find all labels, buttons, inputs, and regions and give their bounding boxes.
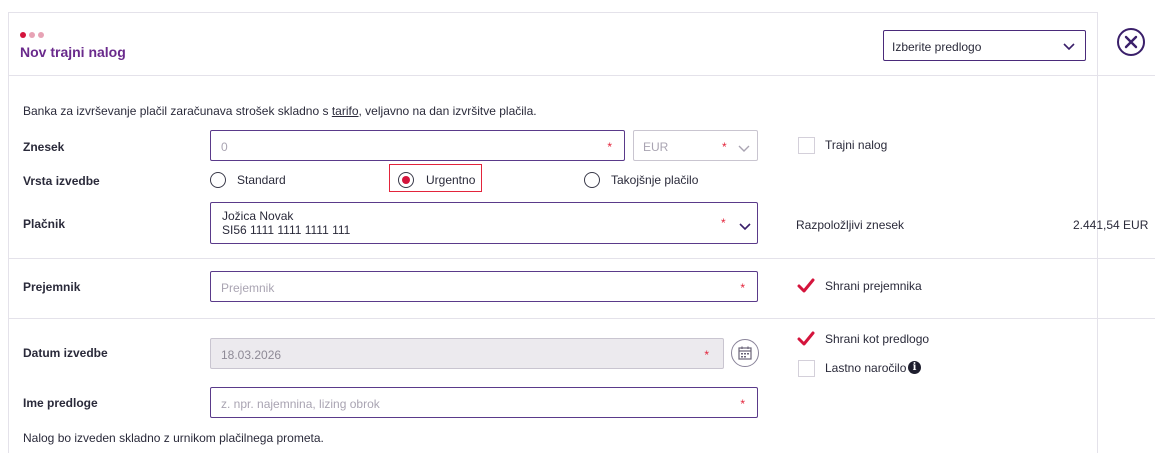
execution-date-input[interactable]: 18.03.2026 * [210,338,724,369]
divider [8,258,1155,259]
required-mark: * [607,140,612,154]
required-mark: * [704,348,709,362]
chevron-down-icon [738,142,750,156]
save-template-label: Shrani kot predlogo [825,332,930,346]
standing-order-checkbox[interactable] [798,137,815,154]
required-mark: * [721,216,726,230]
radio-instant[interactable] [584,172,600,188]
save-template-checkbox[interactable] [797,331,815,350]
tariff-link[interactable]: tarifo [332,104,359,118]
payer-iban: SI56 1111 1111 1111 111 [222,223,351,237]
amount-placeholder: 0 [221,140,228,154]
available-amount-value: 2.441,54 EUR [1073,218,1149,232]
recipient-input[interactable]: Prejemnik * [210,271,758,302]
checkmark-icon [797,331,815,346]
info-icon[interactable]: i [908,361,921,374]
calendar-button[interactable] [731,339,759,367]
own-order-checkbox[interactable] [798,360,815,377]
chevron-down-icon [739,220,751,234]
checkmark-icon [797,278,815,293]
footer-note: Nalog bo izveden skladno z urnikom plači… [23,431,324,445]
dot-3 [38,32,44,38]
fee-info-text: Banka za izvrševanje plačil zaračunava s… [23,104,537,118]
required-mark: * [722,140,727,154]
template-name-label: Ime predloge [23,396,98,410]
template-select-value: Izberite predlogo [892,40,982,54]
recipient-label: Prejemnik [23,280,81,294]
required-mark: * [740,397,745,411]
divider [8,318,1155,319]
selected-highlight [389,164,482,192]
currency-select[interactable]: EUR * [633,130,758,161]
required-mark: * [740,281,745,295]
execution-date-value: 18.03.2026 [221,348,282,362]
template-name-placeholder: z. npr. najemnina, lizing obrok [221,397,380,411]
template-name-input[interactable]: z. npr. najemnina, lizing obrok * [210,387,758,418]
save-recipient-checkbox[interactable] [797,278,815,297]
close-button[interactable] [1117,28,1145,56]
page-title: Nov trajni nalog [20,44,126,60]
own-order-label: Lastno naročilo [825,361,907,375]
recipient-placeholder: Prejemnik [221,281,275,295]
brand-dots [20,27,47,41]
amount-label: Znesek [23,140,65,154]
dot-1 [20,32,26,38]
radio-standard-label: Standard [237,173,286,187]
radio-standard[interactable] [210,172,226,188]
chevron-down-icon [1063,40,1075,54]
currency-value: EUR [643,140,669,154]
payer-select[interactable]: Jožica Novak SI56 1111 1111 1111 111 * [210,202,758,244]
divider [8,75,1155,76]
calendar-icon [738,346,752,360]
available-amount-label: Razpoložljivi znesek [796,218,905,232]
radio-instant-label: Takojšnje plačilo [611,173,699,187]
payer-name: Jožica Novak [222,209,294,223]
execution-type-label: Vrsta izvedbe [23,174,100,188]
template-select[interactable]: Izberite predlogo [883,30,1086,61]
standing-order-label: Trajni nalog [825,138,888,152]
close-icon [1124,35,1138,49]
save-recipient-label: Shrani prejemnika [825,279,922,293]
execution-date-label: Datum izvedbe [23,346,108,360]
amount-input[interactable]: 0 * [210,130,625,161]
dot-2 [29,32,35,38]
payer-label: Plačnik [23,217,66,231]
